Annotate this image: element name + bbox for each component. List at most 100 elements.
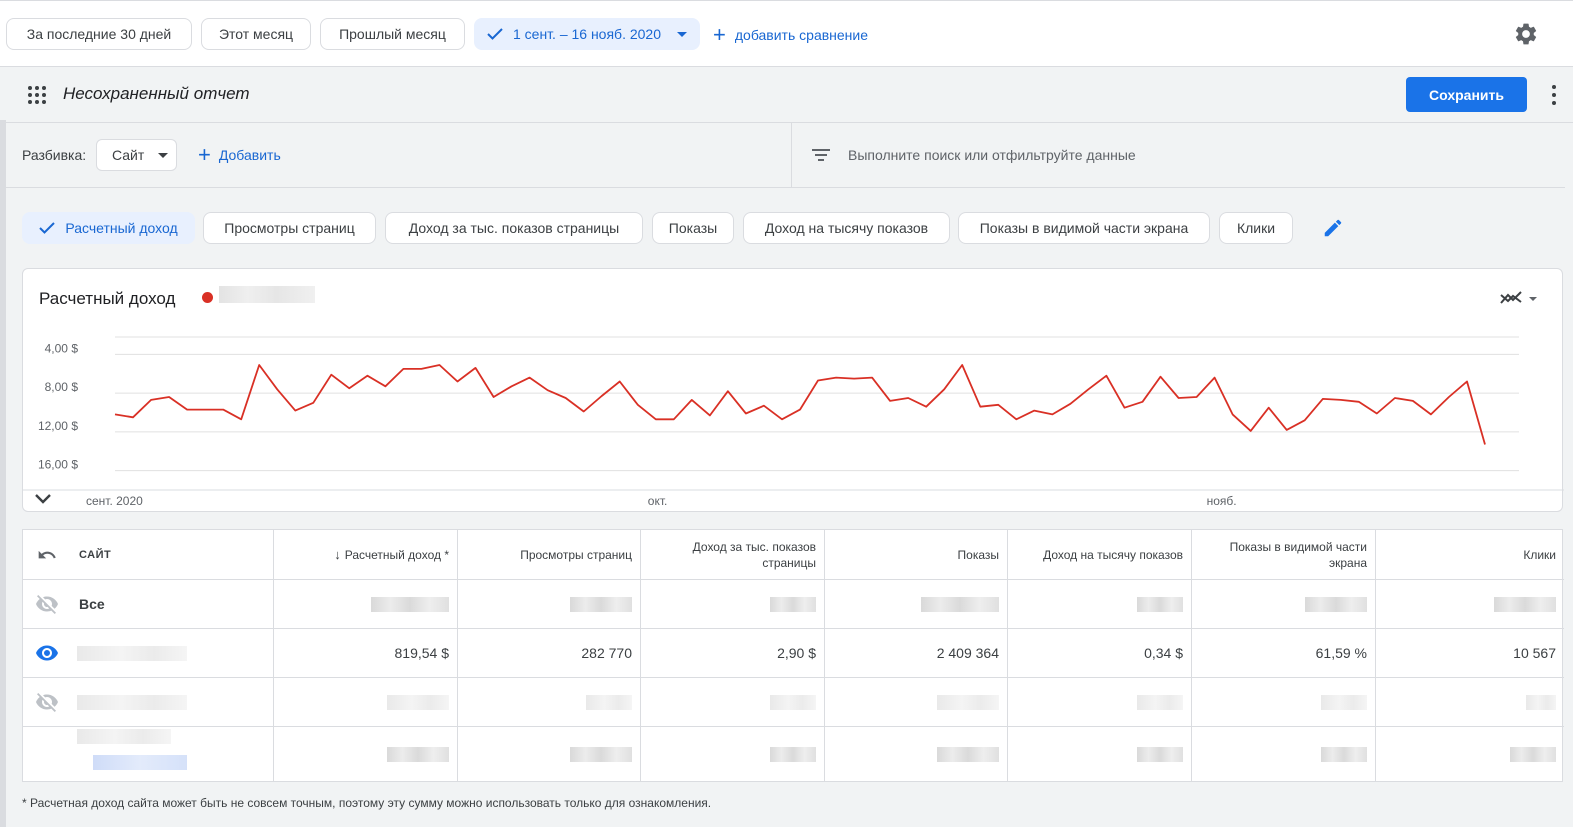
data-point[interactable] bbox=[148, 397, 154, 403]
data-point[interactable] bbox=[256, 362, 262, 368]
metric-chip-page-views[interactable]: Просмотры страниц bbox=[203, 212, 376, 244]
column-header-page-rpm[interactable]: Доход за тыс. показов страницы bbox=[641, 530, 825, 580]
data-point[interactable] bbox=[725, 388, 731, 394]
data-point[interactable] bbox=[328, 372, 334, 378]
data-point[interactable] bbox=[563, 395, 569, 401]
add-comparison-button[interactable]: + добавить сравнение bbox=[713, 24, 868, 46]
metric-chip-clicks[interactable]: Клики bbox=[1219, 212, 1293, 244]
data-point[interactable] bbox=[869, 375, 875, 381]
data-point[interactable] bbox=[1230, 411, 1236, 417]
data-point[interactable] bbox=[887, 398, 893, 404]
data-point[interactable] bbox=[274, 386, 280, 392]
data-point[interactable] bbox=[1284, 427, 1290, 433]
data-point[interactable] bbox=[436, 362, 442, 368]
data-point[interactable] bbox=[364, 373, 370, 379]
column-header-active-view[interactable]: Показы в видимой части экрана bbox=[1192, 530, 1376, 580]
column-header-page-views[interactable]: Просмотры страниц bbox=[458, 530, 641, 580]
data-point[interactable] bbox=[1176, 395, 1182, 401]
data-point[interactable] bbox=[1049, 411, 1055, 417]
data-point[interactable] bbox=[202, 407, 208, 413]
data-point[interactable] bbox=[635, 402, 641, 408]
data-point[interactable] bbox=[418, 366, 424, 372]
data-point[interactable] bbox=[671, 416, 677, 422]
data-point[interactable] bbox=[1266, 405, 1272, 411]
data-point[interactable] bbox=[292, 408, 298, 414]
date-chip-last-30-days[interactable]: За последние 30 дней bbox=[6, 18, 192, 50]
data-point[interactable] bbox=[1140, 399, 1146, 405]
undo-icon[interactable] bbox=[37, 545, 57, 565]
metric-chip-impressions[interactable]: Показы bbox=[652, 212, 734, 244]
data-point[interactable] bbox=[491, 394, 497, 400]
filter-search-input[interactable]: Выполните поиск или отфильтруйте данные bbox=[791, 123, 1565, 188]
data-point[interactable] bbox=[527, 375, 533, 381]
data-point[interactable] bbox=[905, 395, 911, 401]
data-point[interactable] bbox=[1031, 408, 1037, 414]
more-vert-icon[interactable] bbox=[1551, 85, 1557, 105]
data-point[interactable] bbox=[1302, 417, 1308, 423]
metric-chip-active-view[interactable]: Показы в видимой части экрана bbox=[958, 212, 1210, 244]
data-point[interactable] bbox=[941, 386, 947, 392]
data-point[interactable] bbox=[1410, 398, 1416, 404]
data-point[interactable] bbox=[473, 365, 479, 371]
data-point[interactable] bbox=[689, 397, 695, 403]
data-point[interactable] bbox=[1067, 401, 1073, 407]
data-point[interactable] bbox=[1085, 386, 1091, 392]
data-point[interactable] bbox=[797, 407, 803, 413]
redacted-site-link[interactable] bbox=[93, 755, 187, 770]
data-point[interactable] bbox=[743, 410, 749, 416]
data-point[interactable] bbox=[184, 407, 190, 413]
data-point[interactable] bbox=[779, 416, 785, 422]
data-point[interactable] bbox=[112, 411, 118, 417]
column-header-estimated-earnings[interactable]: ↓ Расчетный доход * bbox=[274, 530, 458, 580]
column-header-clicks[interactable]: Клики bbox=[1376, 530, 1564, 580]
eye-off-icon[interactable] bbox=[35, 592, 59, 616]
data-point[interactable] bbox=[400, 366, 406, 372]
data-point[interactable] bbox=[455, 379, 461, 385]
add-breakdown-button[interactable]: + Добавить bbox=[198, 144, 281, 166]
pencil-edit-icon[interactable] bbox=[1322, 217, 1344, 239]
metric-chip-page-rpm[interactable]: Доход за тыс. показов страницы bbox=[385, 212, 643, 244]
data-point[interactable] bbox=[220, 407, 226, 413]
gear-icon[interactable] bbox=[1513, 21, 1539, 47]
chevron-down-icon[interactable] bbox=[35, 493, 51, 505]
data-point[interactable] bbox=[346, 385, 352, 391]
column-header-impressions[interactable]: Показы bbox=[825, 530, 1008, 580]
data-point[interactable] bbox=[959, 362, 965, 368]
data-point[interactable] bbox=[977, 404, 983, 410]
eye-off-icon[interactable] bbox=[35, 690, 59, 714]
date-chip-last-month[interactable]: Прошлый месяц bbox=[320, 18, 465, 50]
metric-chip-estimated-earnings[interactable]: Расчетный доход bbox=[22, 212, 195, 244]
data-point[interactable] bbox=[130, 414, 136, 420]
data-point[interactable] bbox=[599, 393, 605, 399]
data-point[interactable] bbox=[1464, 379, 1470, 385]
data-point[interactable] bbox=[1121, 405, 1127, 411]
data-point[interactable] bbox=[1392, 395, 1398, 401]
data-point[interactable] bbox=[1482, 441, 1488, 447]
eye-icon[interactable] bbox=[35, 641, 59, 665]
data-point[interactable] bbox=[1013, 416, 1019, 422]
data-point[interactable] bbox=[1320, 396, 1326, 402]
data-point[interactable] bbox=[995, 402, 1001, 408]
data-point[interactable] bbox=[1338, 397, 1344, 403]
report-title[interactable]: Несохраненный отчет bbox=[63, 84, 250, 104]
data-point[interactable] bbox=[851, 376, 857, 382]
data-point[interactable] bbox=[1194, 394, 1200, 400]
data-point[interactable] bbox=[707, 412, 713, 418]
data-point[interactable] bbox=[581, 409, 587, 415]
date-range-selector[interactable]: 1 сент. – 16 нояб. 2020 bbox=[474, 18, 700, 50]
data-point[interactable] bbox=[1374, 410, 1380, 416]
apps-grid-icon[interactable] bbox=[28, 86, 46, 104]
save-button[interactable]: Сохранить bbox=[1406, 77, 1527, 112]
data-point[interactable] bbox=[382, 383, 388, 389]
data-point[interactable] bbox=[653, 416, 659, 422]
data-point[interactable] bbox=[761, 403, 767, 409]
data-point[interactable] bbox=[1356, 399, 1362, 405]
data-point[interactable] bbox=[545, 387, 551, 393]
data-point[interactable] bbox=[815, 378, 821, 384]
data-point[interactable] bbox=[617, 379, 623, 385]
data-point[interactable] bbox=[1446, 394, 1452, 400]
data-point[interactable] bbox=[923, 404, 929, 410]
data-point[interactable] bbox=[310, 400, 316, 406]
data-point[interactable] bbox=[1248, 428, 1254, 434]
data-point[interactable] bbox=[833, 375, 839, 381]
